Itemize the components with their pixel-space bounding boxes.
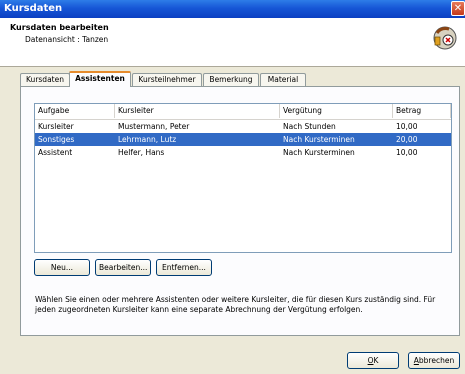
dialog-header: Kursdaten bearbeiten Datenansicht : Tanz… (0, 18, 465, 67)
dialog-subtitle: Datenansicht : Tanzen (25, 35, 109, 44)
title-bar: Kursdaten ✕ (0, 0, 465, 18)
tools-sphere-icon (433, 26, 457, 50)
tab-kursdaten[interactable]: Kursdaten (20, 73, 70, 86)
ok-button[interactable]: OK (347, 352, 399, 369)
window-title: Kursdaten (4, 3, 63, 14)
cell-betrag: 20,00 (396, 135, 418, 144)
cell-kursleiter: Helfer, Hans (118, 148, 165, 157)
new-button[interactable]: Neu... (34, 259, 90, 276)
column-header-betrag[interactable]: Betrag (393, 104, 451, 118)
ok-label-rest: K (373, 356, 379, 365)
tab-material[interactable]: Material (260, 73, 306, 86)
table-row-selected[interactable]: Sonstiges Lehrmann, Lutz Nach Kurstermin… (35, 133, 451, 146)
cell-verguetung: Nach Kursterminen (283, 135, 355, 144)
cell-kursleiter: Lehrmann, Lutz (118, 135, 177, 144)
cell-betrag: 10,00 (396, 122, 418, 131)
dialog-heading: Kursdaten bearbeiten (10, 23, 109, 32)
help-text: Wählen Sie einen oder mehrere Assistente… (35, 295, 436, 314)
tab-kursteilnehmer[interactable]: Kursteilnehmer (132, 73, 202, 86)
tab-bemerkung[interactable]: Bemerkung (203, 73, 259, 86)
cell-betrag: 10,00 (396, 148, 418, 157)
column-header-kursleiter[interactable]: Kursleiter (115, 104, 280, 118)
cell-aufgabe: Sonstiges (38, 135, 75, 144)
list-header: Aufgabe Kursleiter Vergütung Betrag (35, 104, 451, 120)
cell-kursleiter: Mustermann, Peter (118, 122, 190, 131)
tab-assistenten[interactable]: Assistenten (69, 71, 131, 87)
tab-panel-assistenten: Aufgabe Kursleiter Vergütung Betrag Kurs… (20, 86, 460, 336)
cell-verguetung: Nach Stunden (283, 122, 336, 131)
assistants-list[interactable]: Aufgabe Kursleiter Vergütung Betrag Kurs… (34, 103, 452, 253)
column-header-verguetung[interactable]: Vergütung (280, 104, 393, 118)
table-row[interactable]: Kursleiter Mustermann, Peter Nach Stunde… (35, 120, 451, 133)
cancel-button[interactable]: Abbrechen (408, 352, 460, 369)
cell-aufgabe: Assistent (38, 148, 73, 157)
cancel-label-rest: bbrechen (418, 356, 455, 365)
remove-button[interactable]: Entfernen... (156, 259, 212, 276)
column-header-aufgabe[interactable]: Aufgabe (35, 104, 115, 118)
close-icon[interactable]: ✕ (451, 1, 465, 16)
cell-aufgabe: Kursleiter (38, 122, 74, 131)
table-row[interactable]: Assistent Helfer, Hans Nach Kursterminen… (35, 146, 451, 159)
cell-verguetung: Nach Kursterminen (283, 148, 355, 157)
edit-button[interactable]: Bearbeiten... (95, 259, 151, 276)
